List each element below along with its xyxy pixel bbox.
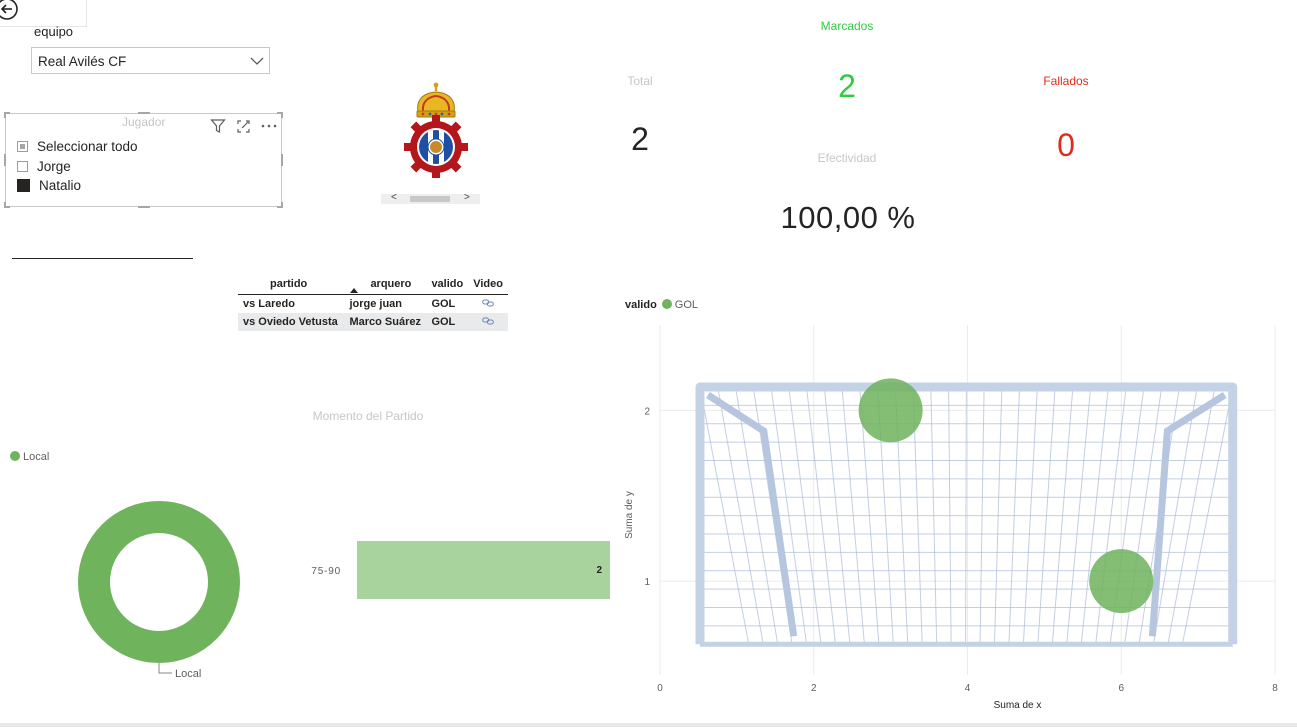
column-header-video[interactable]: Video xyxy=(468,272,508,295)
chevron-down-icon xyxy=(250,57,264,65)
x-tick-label: 8 xyxy=(1272,683,1278,694)
slicer-item-label: Jorge xyxy=(37,158,71,174)
image-scrollbar[interactable]: < > xyxy=(381,192,480,204)
legend-title: valido xyxy=(625,299,657,311)
legend-marker xyxy=(10,451,20,461)
marcados-label: Marcados xyxy=(820,19,874,33)
cell-video[interactable] xyxy=(468,295,508,314)
x-tick-label: 2 xyxy=(811,683,817,694)
column-header-arquero[interactable]: arquero xyxy=(344,272,426,295)
scroll-right-icon[interactable]: > xyxy=(464,192,470,203)
checkbox-partial[interactable] xyxy=(17,141,28,153)
fallados-label: Fallados xyxy=(1043,74,1089,88)
total-label: Total xyxy=(627,74,653,88)
table-row: vs Laredo jorge juan GOL xyxy=(238,295,508,314)
slicer-item-label: Seleccionar todo xyxy=(37,139,138,155)
equipo-selected-value: Real Avilés CF xyxy=(38,54,127,69)
x-tick-label: 6 xyxy=(1118,683,1124,694)
more-options-icon[interactable] xyxy=(261,123,277,129)
cell-video[interactable] xyxy=(468,313,508,331)
bar-chart-title: Momento del Partido xyxy=(312,409,424,423)
legend-marker xyxy=(661,299,672,309)
equipo-dropdown[interactable]: Real Avilés CF xyxy=(31,47,270,74)
y-tick-label: 1 xyxy=(644,577,650,588)
legend-label: Local xyxy=(23,451,50,463)
checkbox-checked[interactable] xyxy=(17,179,30,193)
total-value: 2 xyxy=(631,121,649,157)
back-arrow-icon[interactable] xyxy=(0,0,20,22)
partidos-table: partido arquero valido Video vs Laredo j… xyxy=(238,272,508,331)
scrollbar-thumb[interactable] xyxy=(410,196,450,202)
link-icon[interactable] xyxy=(482,317,494,325)
category-label: 75-90 xyxy=(311,566,341,577)
checkbox-unchecked[interactable] xyxy=(17,160,28,172)
bottom-bar xyxy=(0,723,1297,727)
jugador-slicer[interactable]: Jugador Seleccionar todo Jorge Natalio xyxy=(4,112,283,208)
efectividad-value: 100,00 % xyxy=(780,200,916,235)
bar-data-label: 2 xyxy=(596,565,602,576)
link-icon[interactable] xyxy=(482,299,494,307)
scatter-chart: 0 2 4 6 8 1 2 Suma de x Suma de y xyxy=(624,325,1278,711)
table-header-row: partido arquero valido Video xyxy=(238,272,508,295)
x-tick-label: 4 xyxy=(965,683,971,694)
slicer-item-natalio[interactable]: Natalio xyxy=(17,176,138,196)
cell-partido: vs Laredo xyxy=(243,298,295,310)
donut-data-label: Local xyxy=(175,668,201,680)
cell-partido: vs Oviedo Vetusta xyxy=(243,316,338,328)
bar-chart: 75-90 2 xyxy=(311,541,610,599)
column-header-label: arquero xyxy=(370,278,412,290)
slicer-item-seleccionar-todo[interactable]: Seleccionar todo xyxy=(17,137,138,157)
scatter-point xyxy=(858,378,923,443)
efectividad-label: Efectividad xyxy=(817,151,877,165)
scatter-legend: valido GOL xyxy=(625,299,698,311)
cell-arquero: jorge juan xyxy=(349,298,402,310)
x-tick-label: 0 xyxy=(657,683,663,694)
slicer-item-jorge[interactable]: Jorge xyxy=(17,157,138,177)
goal-net-image xyxy=(695,382,1238,647)
filter-icon[interactable] xyxy=(210,118,226,134)
y-tick-label: 2 xyxy=(644,406,650,417)
x-axis-label: Suma de x xyxy=(994,700,1042,711)
club-crest-logo xyxy=(404,82,468,178)
legend-label: GOL xyxy=(674,299,699,311)
scroll-left-icon[interactable]: < xyxy=(391,192,397,203)
donut-legend: Local xyxy=(10,451,49,463)
slicer-title: Jugador xyxy=(122,115,166,129)
donut-slice xyxy=(78,501,240,663)
donut-leader-line xyxy=(158,663,172,674)
column-header-partido[interactable]: partido xyxy=(238,272,344,295)
cell-valido: GOL xyxy=(431,298,456,310)
cell-valido: GOL xyxy=(431,316,456,328)
slicer-item-label: Natalio xyxy=(39,178,82,194)
table-row: vs Oviedo Vetusta Marco Suárez GOL xyxy=(238,313,508,331)
marcados-value: 2 xyxy=(838,68,856,104)
cell-arquero: Marco Suárez xyxy=(349,316,421,328)
donut-chart: Local xyxy=(78,501,240,680)
y-axis-label: Suma de y xyxy=(624,491,635,539)
fallados-value: 0 xyxy=(1057,127,1075,163)
divider-line xyxy=(12,258,193,259)
column-header-valido[interactable]: valido xyxy=(426,272,468,295)
equipo-label: equipo xyxy=(34,24,74,39)
focus-mode-icon[interactable] xyxy=(236,119,251,134)
scatter-point xyxy=(1089,549,1154,614)
bar xyxy=(357,541,610,599)
sort-ascending-icon xyxy=(350,288,359,293)
